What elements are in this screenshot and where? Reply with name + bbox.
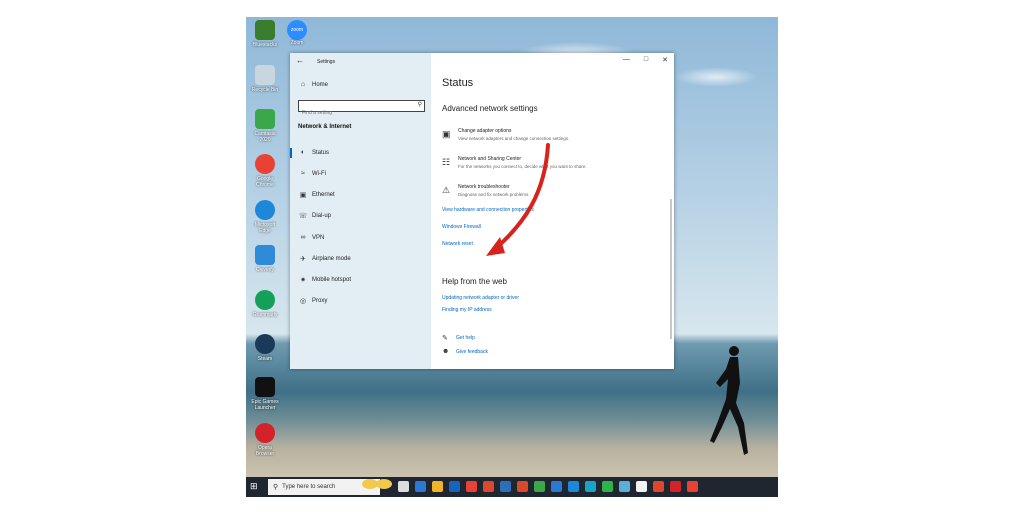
taskbar: ⊞ ⚲ Type here to search [246, 477, 778, 497]
desktop-icon-edge[interactable]: Microsoft Edge [250, 200, 280, 234]
opera-icon [255, 423, 275, 443]
cleverfy-icon [255, 245, 275, 265]
taskbar-app-icon[interactable] [398, 481, 409, 492]
desktop-icon-epic-games[interactable]: Epic Games Launcher [250, 377, 280, 411]
grammarly-icon [255, 290, 275, 310]
taskbar-app-icon[interactable] [432, 481, 443, 492]
desktop-icon-label: Google Chrome [256, 176, 274, 188]
desktop-icon-label: Microsoft Edge [254, 222, 276, 234]
steam-icon [255, 334, 275, 354]
taskbar-apps [398, 481, 698, 492]
taskbar-app-icon[interactable] [517, 481, 528, 492]
recycle-bin-icon [255, 65, 275, 85]
desktop: zoom Zoom Bluestacks Recycle Bin Camtasi… [246, 17, 778, 497]
desktop-icon-opera[interactable]: Opera Browser [250, 423, 280, 457]
settings-window: ← Settings ⌂ Home ⚲ Network & Internet ◐… [290, 53, 674, 369]
desktop-icon-chrome[interactable]: Google Chrome [250, 154, 280, 188]
taskbar-app-icon[interactable] [602, 481, 613, 492]
zoom-icon: zoom [287, 20, 307, 40]
desktop-icon-label: Opera Browser [255, 445, 275, 457]
desktop-icon-label: Bluestacks [252, 42, 278, 48]
taskbar-app-icon[interactable] [551, 481, 562, 492]
taskbar-app-icon[interactable] [687, 481, 698, 492]
taskbar-app-icon[interactable] [670, 481, 681, 492]
desktop-icon-label: Camtasia 2020 [254, 131, 276, 143]
taskbar-app-icon[interactable] [585, 481, 596, 492]
taskbar-app-icon[interactable] [534, 481, 545, 492]
taskbar-app-icon[interactable] [415, 481, 426, 492]
epic-games-icon [255, 377, 275, 397]
desktop-icon-label: Epic Games Launcher [251, 399, 279, 411]
taskbar-app-icon[interactable] [653, 481, 664, 492]
taskbar-search-placeholder: Type here to search [282, 484, 336, 490]
desktop-icon-camtasia[interactable]: Camtasia 2020 [250, 109, 280, 143]
desktop-icon-bluestacks[interactable]: Bluestacks [250, 20, 280, 48]
desktop-icon-steam[interactable]: Steam [250, 334, 280, 362]
camtasia-icon [255, 109, 275, 129]
edge-icon [255, 200, 275, 220]
taskbar-app-icon[interactable] [483, 481, 494, 492]
taskbar-app-icon[interactable] [636, 481, 647, 492]
desktop-icon-label: Grammarly [252, 312, 278, 318]
taskbar-app-icon[interactable] [449, 481, 460, 492]
desktop-icon-label: Recycle Bin [251, 87, 279, 93]
bluestacks-icon [255, 20, 275, 40]
runner-silhouette [710, 346, 748, 455]
taskbar-app-icon[interactable] [568, 481, 579, 492]
taskbar-app-icon[interactable] [619, 481, 630, 492]
desktop-icon-cleverfy[interactable]: Cleverfy [250, 245, 280, 273]
windows-start-icon[interactable]: ⊞ [250, 481, 262, 493]
search-icon: ⚲ [273, 484, 279, 491]
chrome-icon [255, 154, 275, 174]
zoom-desktop-icon[interactable]: zoom Zoom [286, 20, 308, 46]
desktop-icon-grammarly[interactable]: Grammarly [250, 290, 280, 318]
annotation-arrow [486, 143, 550, 256]
cortana-hands-icon [362, 479, 392, 489]
zoom-label: Zoom [290, 40, 304, 46]
desktop-icon-label: Cleverfy [255, 267, 275, 273]
taskbar-app-icon[interactable] [500, 481, 511, 492]
taskbar-app-icon[interactable] [466, 481, 477, 492]
desktop-icon-label: Steam [257, 356, 273, 362]
desktop-icon-recycle-bin[interactable]: Recycle Bin [250, 65, 280, 93]
